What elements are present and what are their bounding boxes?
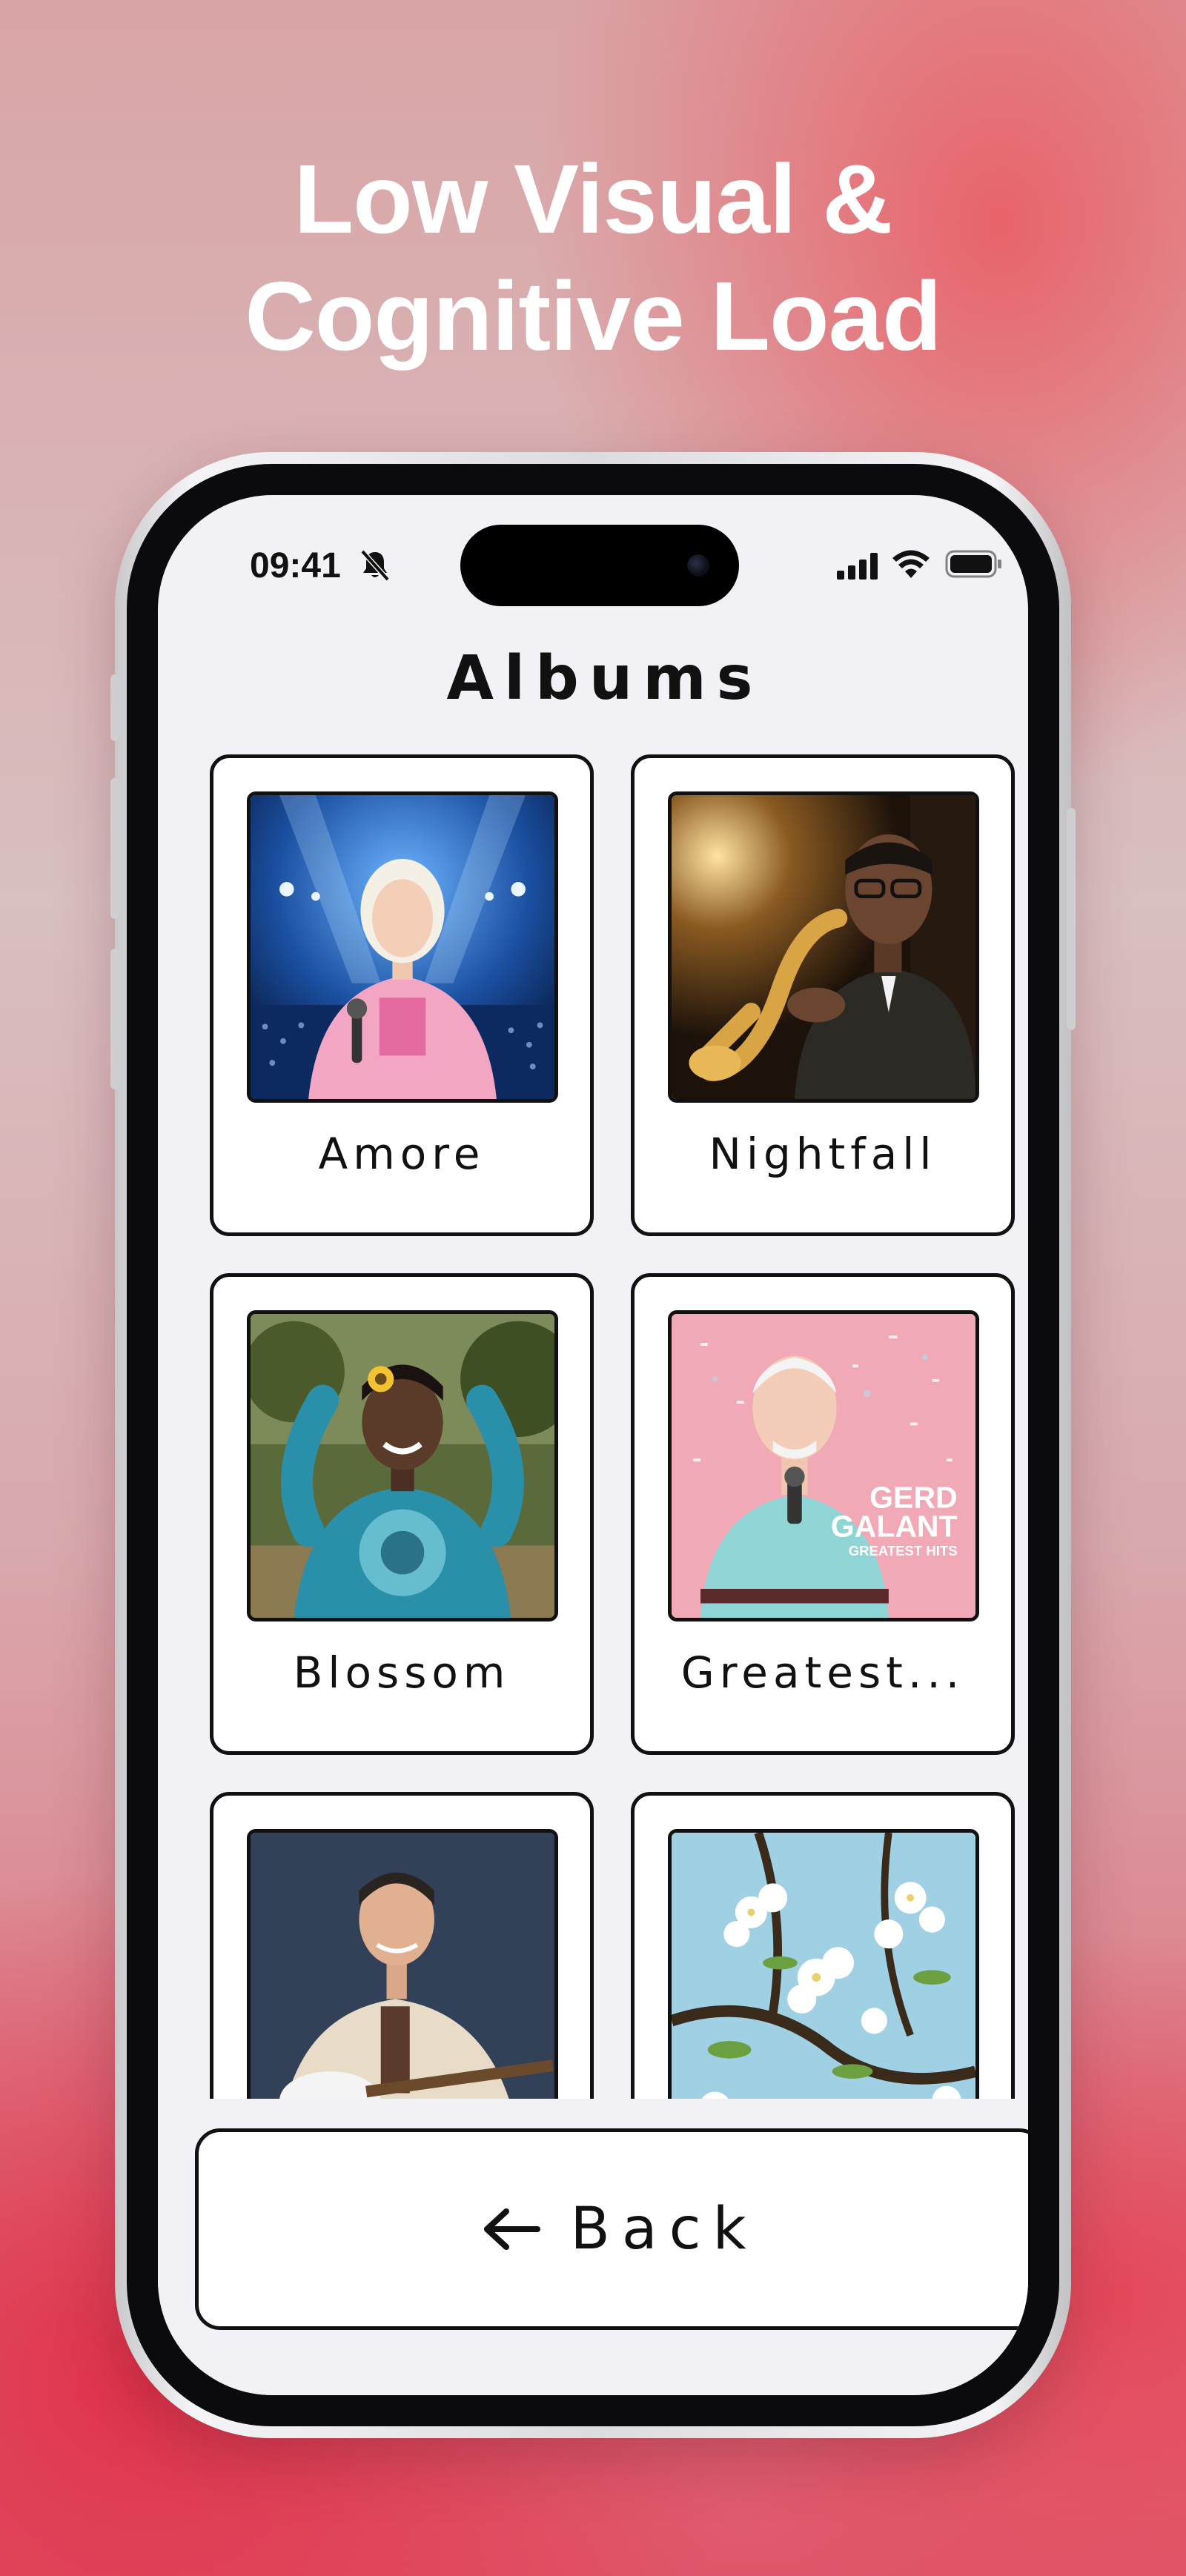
guitarist-image [251,1833,554,2099]
wifi-icon [892,550,930,578]
phone-action-button [110,674,119,741]
phone-screen: 09:41 Albums Amore Nightfall Blossom GER… [158,495,1028,2395]
status-time: 09:41 [250,546,341,585]
phone-volume-up-button [110,778,119,919]
woman-tie-dye-image [251,1314,554,1618]
phone-bezel: 09:41 Albums Amore Nightfall Blossom GER… [127,464,1059,2426]
phone-volume-down-button [110,949,119,1089]
album-art-greatest: GERD GALANT GREATEST HITS [668,1310,979,1621]
cellular-signal-icon [837,553,878,580]
album-grid[interactable]: Amore Nightfall Blossom GERD GALANT GREA… [158,754,1028,2099]
camera-icon [687,554,709,577]
dynamic-island [460,525,739,606]
battery-icon [945,550,1001,578]
back-button[interactable]: Back [195,2128,1028,2330]
white-blossoms-image [672,1833,975,2099]
album-card-greatest[interactable]: GERD GALANT GREATEST HITS Greatest... [631,1273,1015,1755]
album-art-guitarist [247,1829,558,2099]
album-art-text-line-2: GALANT [831,1510,958,1544]
saxophone-player-image [672,795,975,1099]
album-title: Nightfall [709,1129,937,1179]
album-title: Blossom [293,1647,511,1698]
singer-on-stage-image [251,795,554,1099]
album-card-blossom[interactable]: Blossom [210,1273,594,1755]
album-title: Amore [318,1129,486,1179]
album-art-nightfall [668,791,979,1103]
back-button-label: Back [570,2196,758,2263]
headline: Low Visual & Cognitive Load [0,141,1186,375]
bottom-bar: Back [158,2099,1028,2395]
album-title: Greatest... [680,1647,965,1698]
bell-slash-icon [360,549,390,582]
page-title: Albums [446,643,763,714]
album-card-blossoms[interactable] [631,1792,1015,2099]
phone-side-button [1067,808,1076,1030]
album-art-blossoms [668,1829,979,2099]
arrow-left-icon [484,2208,541,2250]
album-art-text-line-3: GREATEST HITS [849,1543,958,1558]
album-art-amore [247,791,558,1103]
album-card-amore[interactable]: Amore [210,754,594,1236]
headline-line-2: Cognitive Load [245,262,941,371]
headline-line-1: Low Visual & [294,145,892,253]
album-card-guitarist[interactable] [210,1792,594,2099]
album-card-nightfall[interactable]: Nightfall [631,754,1015,1236]
older-singer-confetti-image: GERD GALANT GREATEST HITS [672,1314,975,1618]
phone-frame: 09:41 Albums Amore Nightfall Blossom GER… [110,452,1076,2438]
album-art-blossom [247,1310,558,1621]
